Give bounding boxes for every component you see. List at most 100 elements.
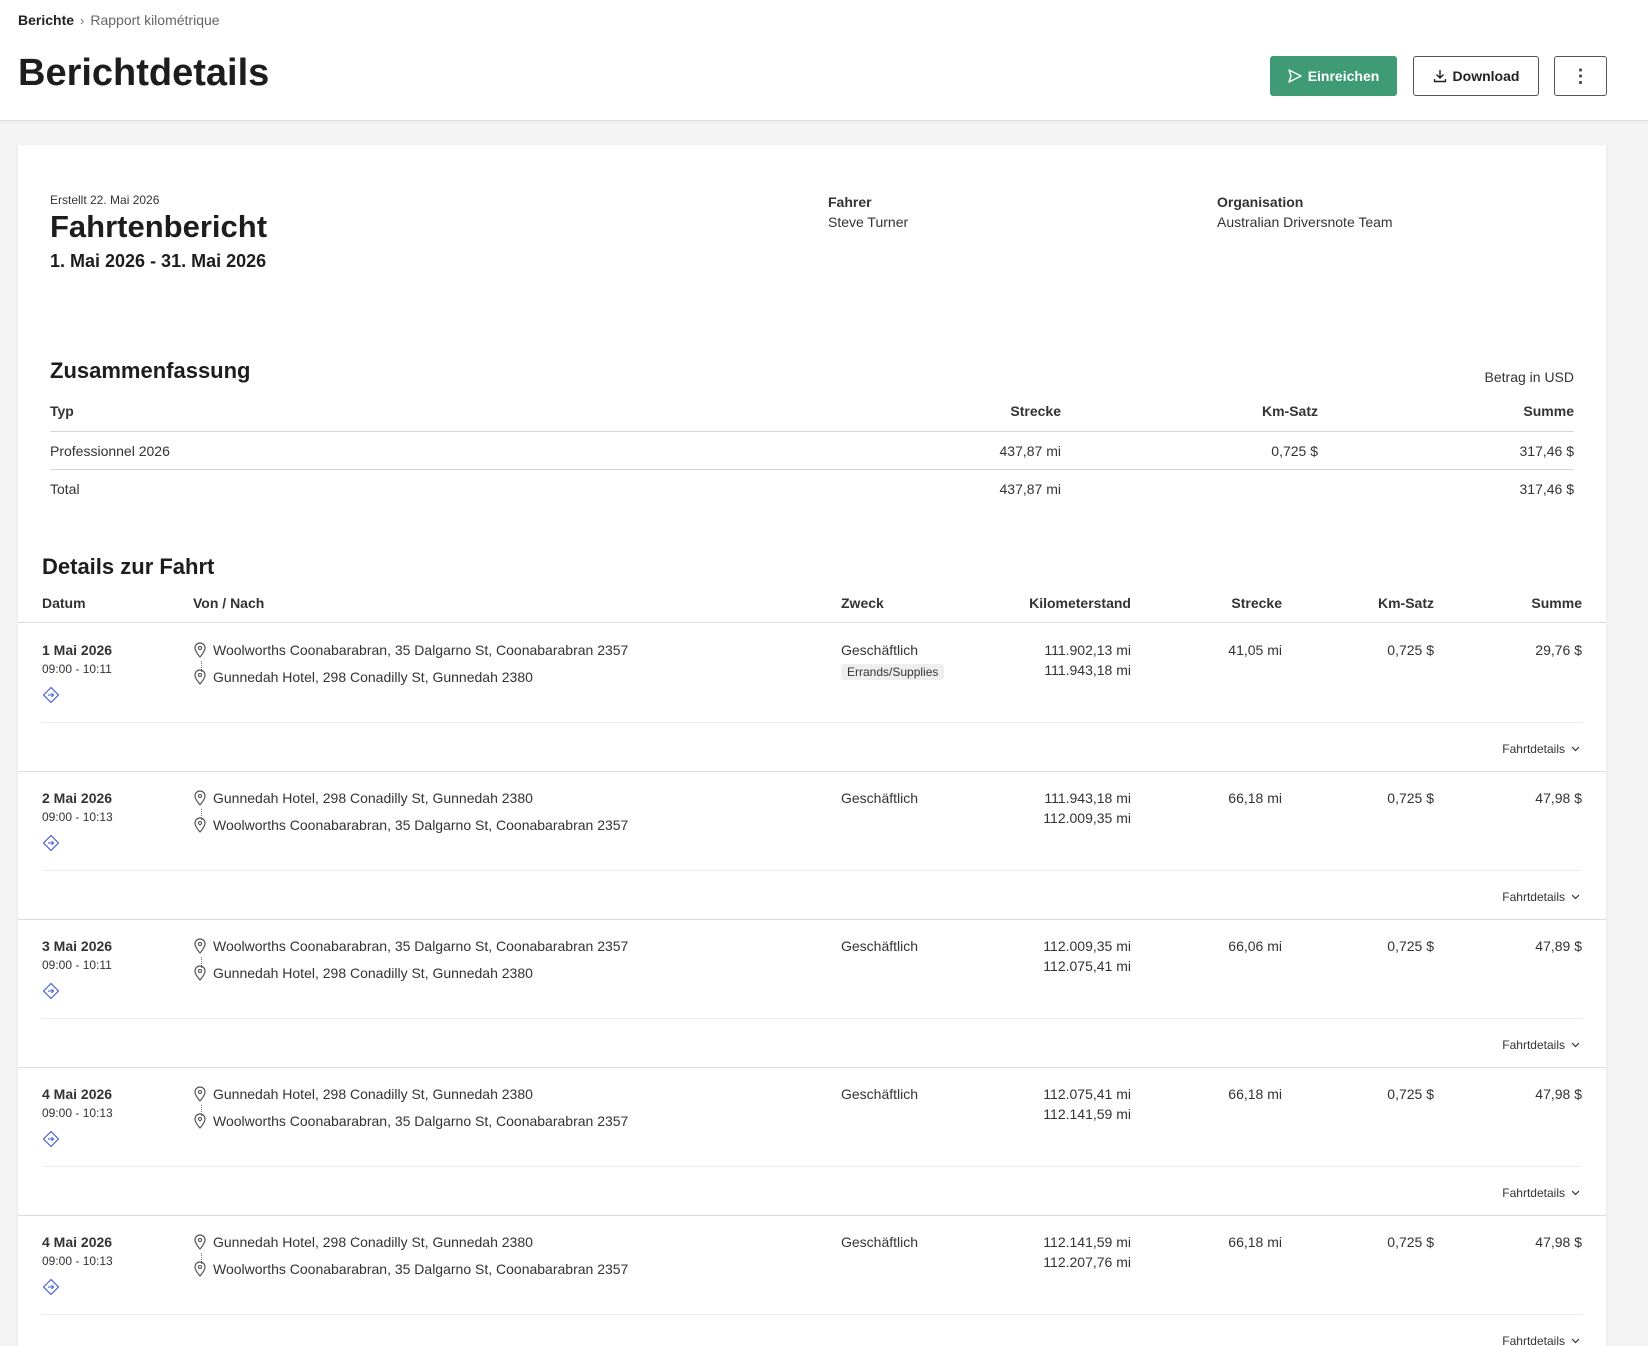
trip-from-address: Woolworths Coonabarabran, 35 Dalgarno St… (213, 938, 629, 954)
trip-time: 09:00 - 10:13 (42, 1254, 113, 1268)
summary-total-distance: 437,87 mi (999, 481, 1061, 497)
location-pin-icon (194, 1234, 206, 1250)
trip-header-route: Von / Nach (193, 595, 265, 611)
location-pin-icon (194, 669, 206, 685)
trip-rate: 0,725 $ (1387, 1086, 1434, 1102)
download-button[interactable]: Download (1413, 56, 1539, 96)
route-icon[interactable] (42, 982, 60, 1000)
location-pin-icon (194, 790, 206, 806)
trip-table-header: Datum Von / Nach Zweck Kilometerstand St… (18, 590, 1606, 623)
trip-details-toggle[interactable]: Fahrtdetails (1502, 1186, 1580, 1200)
trip-distance: 66,18 mi (1228, 790, 1282, 806)
trip-odometer-start: 111.943,18 mi (1044, 790, 1131, 806)
trip-to: Woolworths Coonabarabran, 35 Dalgarno St… (193, 1113, 628, 1129)
more-options-button[interactable]: ⋮ (1554, 56, 1607, 96)
trip-details-toggle[interactable]: Fahrtdetails (1502, 742, 1580, 756)
trip-from-address: Woolworths Coonabarabran, 35 Dalgarno St… (213, 642, 629, 658)
summary-row-type: Professionnel 2026 (50, 443, 170, 459)
trip-distance: 41,05 mi (1228, 642, 1282, 658)
location-pin-icon (194, 938, 206, 954)
trip-date: 1 Mai 2026 (42, 642, 113, 658)
summary-total-row: Total 437,87 mi 317,46 $ (50, 470, 1574, 508)
trip-distance: 66,06 mi (1228, 938, 1282, 954)
trip-odometer-end: 112.207,76 mi (1043, 1254, 1131, 1270)
location-pin-icon (194, 1086, 206, 1102)
trip-sum: 29,76 $ (1535, 642, 1582, 658)
location-pin-icon (194, 642, 206, 658)
chevron-down-icon (1571, 1042, 1580, 1048)
trip-odometer-end: 112.009,35 mi (1043, 810, 1131, 826)
trip-date: 4 Mai 2026 (42, 1234, 113, 1250)
chevron-down-icon (1571, 894, 1580, 900)
submit-button[interactable]: Einreichen (1270, 56, 1397, 96)
report-card: Erstellt 22. Mai 2026 Fahrtenbericht 1. … (18, 145, 1606, 1346)
trip-from: Gunnedah Hotel, 298 Conadilly St, Gunned… (193, 790, 533, 806)
trip-row: 4 Mai 2026 09:00 - 10:13 Gunnedah Hotel,… (18, 1216, 1606, 1346)
trip-tag: Errands/Supplies (841, 664, 945, 680)
trip-to-address: Gunnedah Hotel, 298 Conadilly St, Gunned… (213, 669, 533, 685)
trip-sum: 47,98 $ (1535, 1086, 1582, 1102)
trip-details-label: Fahrtdetails (1502, 890, 1565, 904)
trip-details-title: Details zur Fahrt (42, 554, 215, 579)
trip-rate: 0,725 $ (1387, 642, 1434, 658)
trip-rate: 0,725 $ (1387, 790, 1434, 806)
breadcrumb-current: Rapport kilométrique (90, 12, 220, 28)
driver-name: Steve Turner (828, 214, 909, 230)
summary-row: Professionnel 2026 437,87 mi 0,725 $ 317… (50, 432, 1574, 470)
trip-rate: 0,725 $ (1387, 1234, 1434, 1250)
trip-divider (42, 1314, 1582, 1315)
trip-date: 3 Mai 2026 (42, 938, 113, 954)
submit-button-label: Einreichen (1307, 68, 1380, 84)
trip-to-address: Woolworths Coonabarabran, 35 Dalgarno St… (213, 817, 629, 833)
trip-header-sum: Summe (1531, 595, 1582, 611)
trip-odometer-end: 112.141,59 mi (1043, 1106, 1131, 1122)
summary-header-sum: Summe (1523, 403, 1574, 419)
more-vertical-icon: ⋮ (1571, 65, 1590, 86)
trip-odometer-start: 112.075,41 mi (1043, 1086, 1131, 1102)
trip-distance: 66,18 mi (1228, 1234, 1282, 1250)
summary-title: Zusammenfassung (50, 358, 251, 383)
summary-table: Typ Strecke Km-Satz Summe Professionnel … (50, 395, 1574, 508)
trip-details-label: Fahrtdetails (1502, 1186, 1565, 1200)
location-pin-icon (194, 965, 206, 981)
route-icon[interactable] (42, 1278, 60, 1296)
trip-row: 2 Mai 2026 09:00 - 10:13 Gunnedah Hotel,… (18, 772, 1606, 920)
trip-details-label: Fahrtdetails (1502, 742, 1565, 756)
trip-header-odometer: Kilometerstand (1029, 595, 1131, 611)
breadcrumb: Berichte › Rapport kilométrique (18, 12, 220, 28)
currency-note: Betrag in USD (1484, 369, 1574, 385)
breadcrumb-root-link[interactable]: Berichte (18, 12, 74, 28)
trip-from: Woolworths Coonabarabran, 35 Dalgarno St… (193, 642, 628, 658)
trip-details-toggle[interactable]: Fahrtdetails (1502, 890, 1580, 904)
trip-purpose: Geschäftlich (841, 642, 919, 658)
trip-date: 4 Mai 2026 (42, 1086, 113, 1102)
trip-header-rate: Km-Satz (1377, 595, 1434, 611)
trip-rate: 0,725 $ (1387, 938, 1434, 954)
trip-details-toggle[interactable]: Fahrtdetails (1502, 1038, 1580, 1052)
route-icon[interactable] (42, 1130, 60, 1148)
report-title: Fahrtenbericht (50, 209, 268, 244)
trip-odometer-start: 112.009,35 mi (1043, 938, 1131, 954)
summary-header-rate: Km-Satz (1261, 403, 1318, 419)
trip-from: Gunnedah Hotel, 298 Conadilly St, Gunned… (193, 1086, 533, 1102)
page-title: Berichtdetails (18, 52, 270, 94)
trip-details-label: Fahrtdetails (1502, 1038, 1565, 1052)
summary-header-row: Typ Strecke Km-Satz Summe (50, 395, 1574, 432)
trip-details-toggle[interactable]: Fahrtdetails (1502, 1334, 1580, 1346)
report-date-range: 1. Mai 2026 - 31. Mai 2026 (50, 251, 267, 271)
trip-time: 09:00 - 10:11 (42, 958, 112, 972)
location-pin-icon (194, 1261, 206, 1277)
trip-divider (42, 1018, 1582, 1019)
route-icon[interactable] (42, 834, 60, 852)
trip-distance: 66,18 mi (1228, 1086, 1282, 1102)
trip-to-address: Woolworths Coonabarabran, 35 Dalgarno St… (213, 1113, 629, 1129)
location-pin-icon (194, 1113, 206, 1129)
created-date: Erstellt 22. Mai 2026 (50, 193, 160, 207)
route-icon[interactable] (42, 686, 60, 704)
trip-to-address: Woolworths Coonabarabran, 35 Dalgarno St… (213, 1261, 629, 1277)
summary-total-sum: 317,46 $ (1519, 481, 1575, 497)
trip-header-date: Datum (42, 595, 86, 611)
trip-sum: 47,98 $ (1535, 1234, 1582, 1250)
organisation-name: Australian Driversnote Team (1217, 214, 1393, 230)
trip-from-address: Gunnedah Hotel, 298 Conadilly St, Gunned… (213, 1234, 533, 1250)
